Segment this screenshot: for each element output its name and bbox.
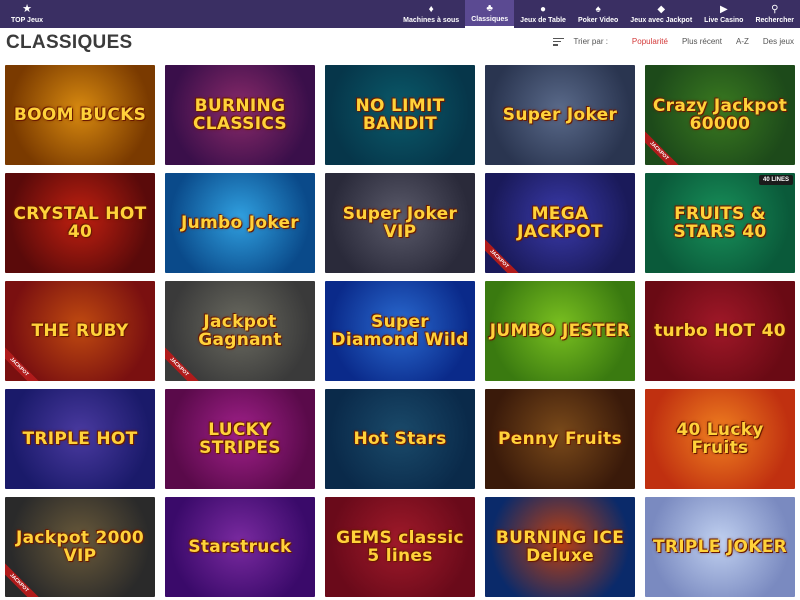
game-title: THE RUBY [31, 321, 129, 341]
nav-item-label: Machines à sous [403, 16, 460, 24]
sort-option-plus-recent[interactable]: Plus récent [682, 37, 722, 46]
sort-option-des-jeux[interactable]: Des jeux [763, 37, 794, 46]
game-tile[interactable]: THE RUBY JACKPOT [5, 281, 155, 381]
game-tile[interactable]: Super Diamond Wild [325, 281, 475, 381]
game-tile[interactable]: GEMS classic 5 lines [325, 497, 475, 597]
game-title: Jackpot Gagnant [198, 312, 282, 350]
game-tile[interactable]: Starstruck [165, 497, 315, 597]
nav-item-label: Live Casino [704, 16, 744, 24]
nav-item-label: Jeux avec Jackpot [630, 16, 693, 24]
game-title: MEGA JACKPOT [517, 204, 603, 242]
game-tile[interactable]: Jackpot Gagnant JACKPOT [165, 281, 315, 381]
nav-item-poker-video[interactable]: ♠ Poker Video [572, 0, 624, 28]
game-title: GEMS classic 5 lines [336, 528, 464, 566]
game-title: turbo HOT 40 [654, 321, 786, 341]
sort-option-popularite[interactable]: Popularité [632, 37, 668, 46]
game-tile[interactable]: FRUITS & STARS 40 40 LINES [645, 173, 795, 273]
page-title: CLASSIQUES [6, 32, 133, 53]
game-tile[interactable]: BURNING ICE Deluxe [485, 497, 635, 597]
sort-label: Trier par : [573, 37, 608, 46]
chip-icon: ● [540, 3, 547, 15]
nav-item-label: Jeux de Table [520, 16, 566, 24]
game-tile[interactable]: TRIPLE JOKER [645, 497, 795, 597]
game-title: TRIPLE JOKER [652, 537, 788, 557]
nav-item-label: Rechercher [755, 16, 794, 24]
game-tile[interactable]: MEGA JACKPOT JACKPOT [485, 173, 635, 273]
game-title: BURNING ICE Deluxe [495, 528, 625, 566]
game-title: LUCKY STRIPES [199, 420, 281, 458]
nav-item-machines[interactable]: ♦ Machines à sous [397, 0, 465, 28]
jackpot-icon: ◆ [657, 3, 666, 15]
nav-top-jeux[interactable]: ★ TOP Jeux [0, 0, 54, 28]
sort-option-a-z[interactable]: A-Z [736, 37, 749, 46]
game-tile[interactable]: CRYSTAL HOT 40 [5, 173, 155, 273]
game-title: Penny Fruits [498, 429, 622, 449]
game-title: BURNING CLASSICS [193, 96, 287, 134]
live-icon: ▶ [719, 3, 728, 15]
game-title: Super Diamond Wild [331, 312, 469, 350]
game-title: Crazy Jackpot 60000 [652, 96, 788, 134]
game-tile[interactable]: Super Joker VIP [325, 173, 475, 273]
game-title: Jackpot 2000 VIP [16, 528, 144, 566]
game-tile[interactable]: TRIPLE HOT [5, 389, 155, 489]
slot-machine-icon: ♦ [428, 3, 434, 15]
star-icon: ★ [22, 3, 32, 15]
game-tile[interactable]: Hot Stars [325, 389, 475, 489]
game-tile[interactable]: BOOM BUCKS [5, 65, 155, 165]
game-title: FRUITS & STARS 40 [673, 204, 767, 242]
game-tile[interactable]: BURNING CLASSICS [165, 65, 315, 165]
nav-item-live-casino[interactable]: ▶ Live Casino [698, 0, 749, 28]
nav-item-classiques[interactable]: ♣ Classiques [465, 0, 515, 28]
game-title: 40 Lucky Fruits [676, 420, 764, 458]
game-title: JUMBO JESTER [489, 321, 631, 341]
search-icon: ⚲ [771, 3, 779, 15]
game-title: Jumbo Joker [181, 213, 299, 233]
game-grid: BOOM BUCKS BURNING CLASSICS NO LIMIT BANDI… [5, 65, 797, 597]
nav-top-jeux-label: TOP Jeux [10, 17, 44, 24]
lines-tag: 40 LINES [758, 175, 793, 185]
game-title: Super Joker VIP [342, 204, 458, 242]
game-tile[interactable]: Jackpot 2000 VIP JACKPOT [5, 497, 155, 597]
cards-icon: ♠ [595, 3, 601, 15]
nav-item-label: Classiques [471, 15, 509, 23]
game-title: BOOM BUCKS [13, 105, 147, 125]
sort-bar: Trier par : Popularité Plus récent A-Z D… [552, 37, 794, 46]
title-row: CLASSIQUES Trier par : Popularité Plus r… [0, 28, 800, 60]
game-title: TRIPLE HOT [22, 429, 138, 449]
game-tile[interactable]: LUCKY STRIPES [165, 389, 315, 489]
sort-icon [552, 37, 564, 46]
nav-item-jeux-de-table[interactable]: ● Jeux de Table [514, 0, 572, 28]
nav-item-rechercher[interactable]: ⚲ Rechercher [749, 0, 800, 28]
game-title: Super Joker [502, 105, 618, 125]
game-title: Starstruck [188, 537, 292, 557]
game-tile[interactable]: Jumbo Joker [165, 173, 315, 273]
game-tile[interactable]: Crazy Jackpot 60000 JACKPOT [645, 65, 795, 165]
nav-item-label: Poker Video [577, 16, 619, 24]
game-tile[interactable]: turbo HOT 40 [645, 281, 795, 381]
game-tile[interactable]: Super Joker [485, 65, 635, 165]
game-title: CRYSTAL HOT 40 [13, 204, 147, 242]
game-tile[interactable]: 40 Lucky Fruits [645, 389, 795, 489]
game-tile[interactable]: NO LIMIT BANDIT [325, 65, 475, 165]
game-tile[interactable]: Penny Fruits [485, 389, 635, 489]
game-tile[interactable]: JUMBO JESTER [485, 281, 635, 381]
top-nav: ★ TOP Jeux ♦ Machines à sous ♣ Classique… [0, 0, 800, 28]
nav-item-jackpot[interactable]: ◆ Jeux avec Jackpot [624, 0, 698, 28]
game-title: NO LIMIT BANDIT [355, 96, 445, 134]
cherries-icon: ♣ [486, 2, 493, 14]
game-title: Hot Stars [353, 429, 447, 449]
nav-items: ♦ Machines à sous ♣ Classiques ● Jeux de… [397, 0, 800, 28]
